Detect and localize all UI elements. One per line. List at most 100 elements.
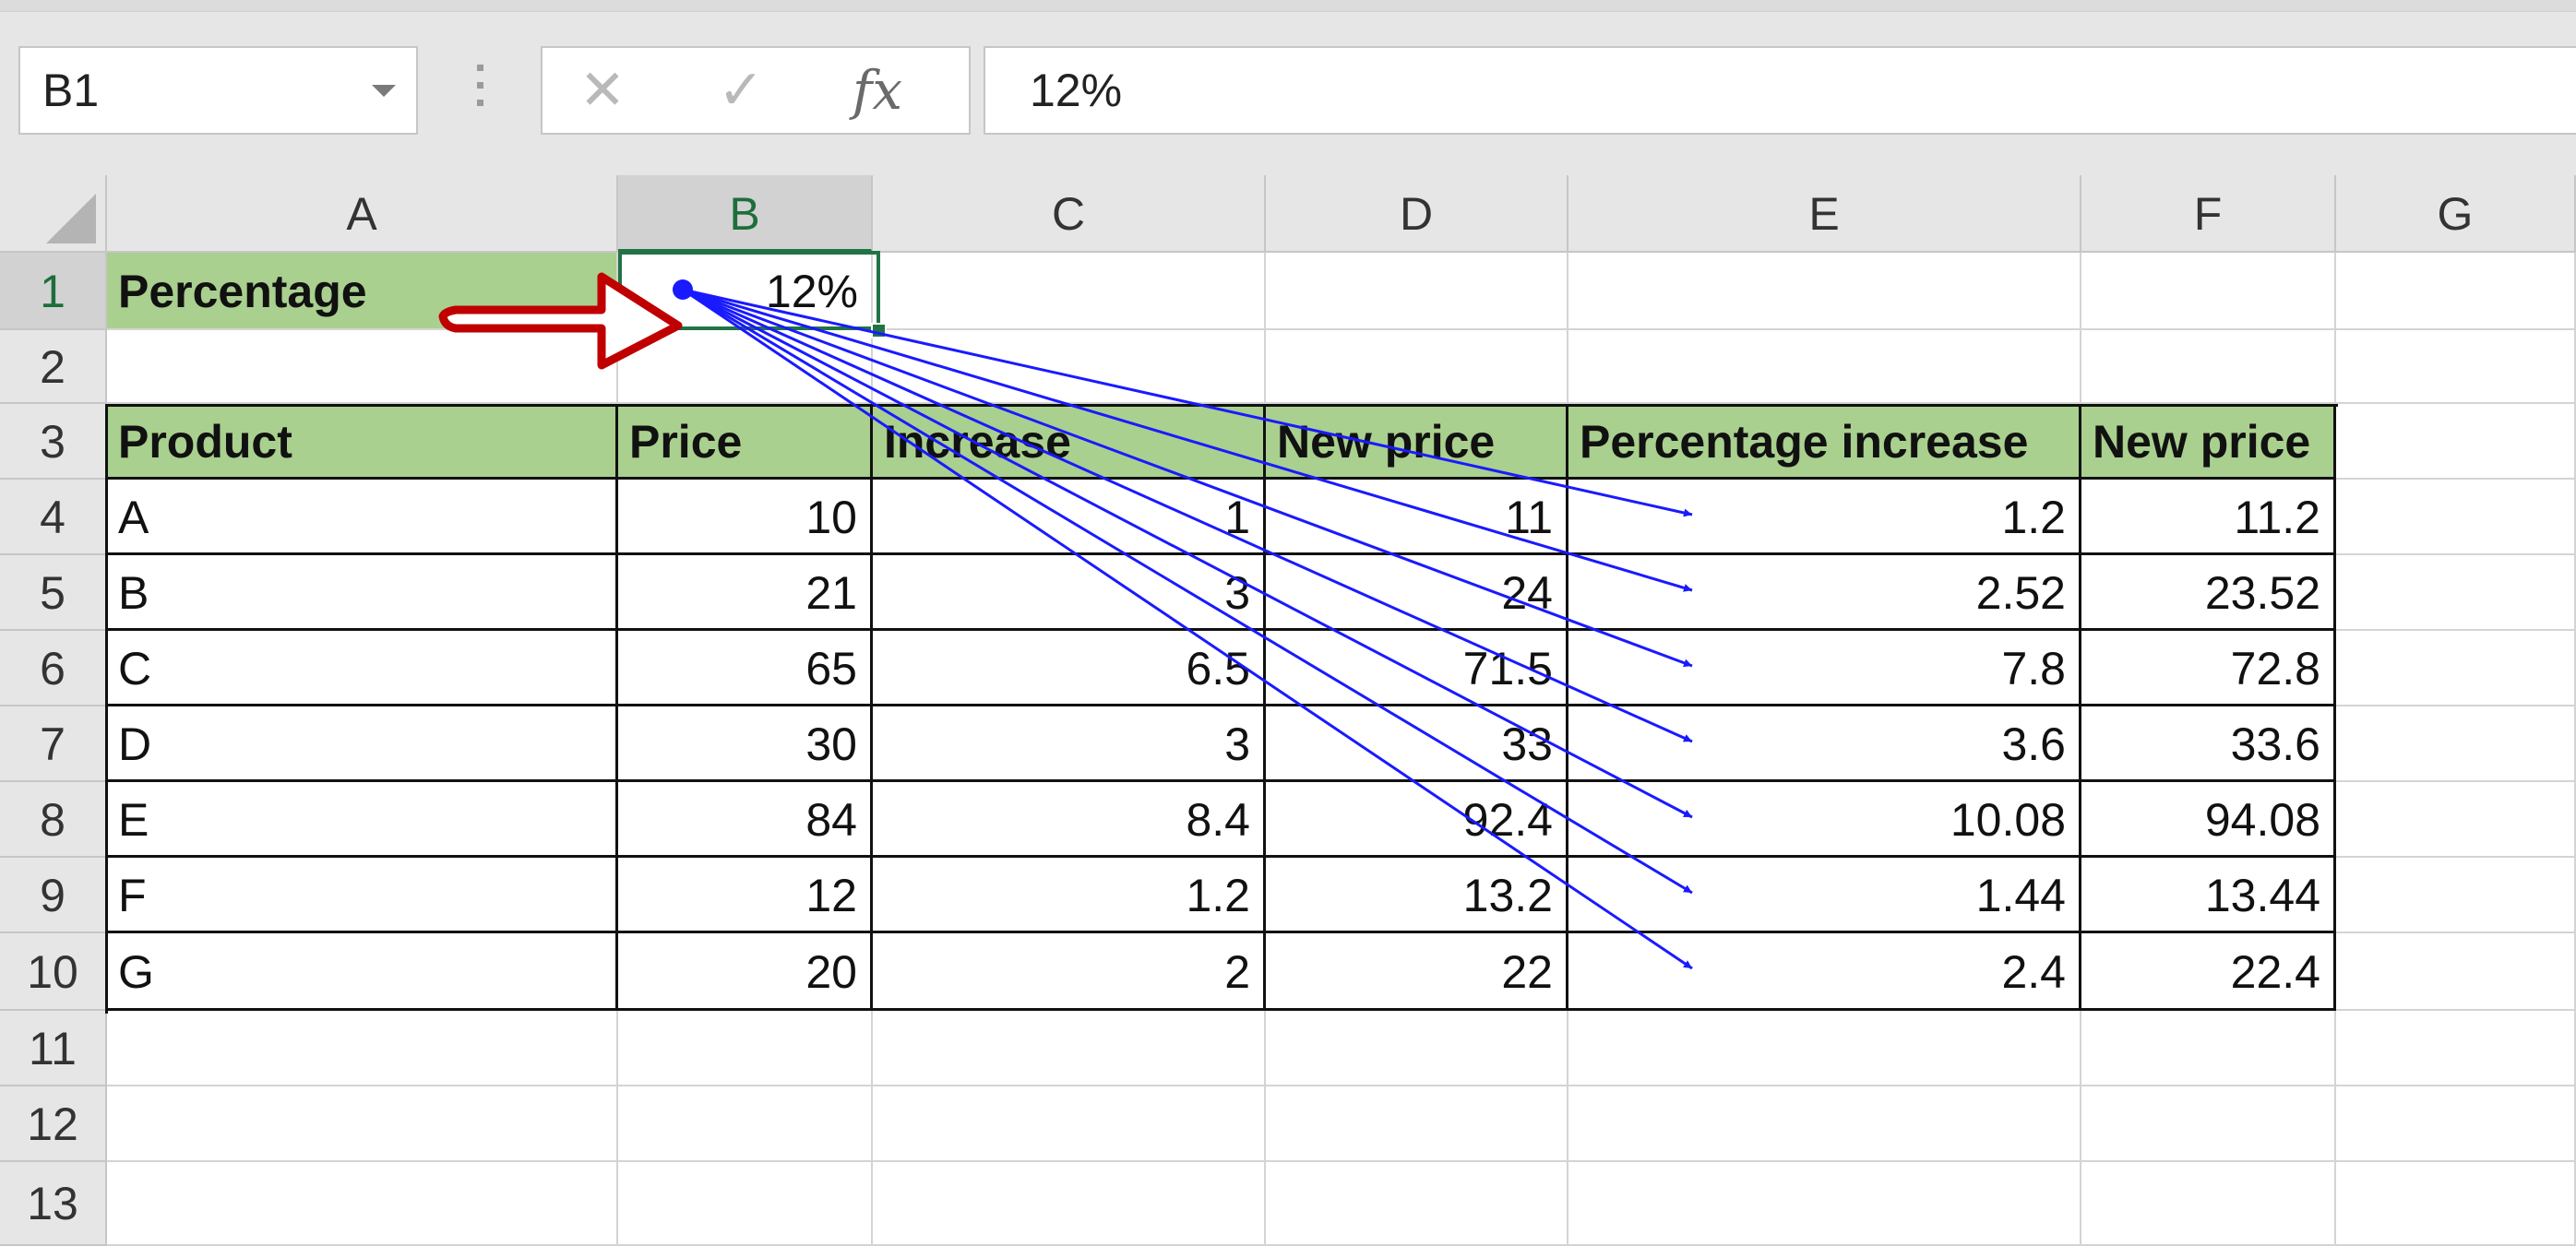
cell-d10[interactable]: 22 <box>1266 933 1568 1011</box>
cell-c12[interactable] <box>873 1086 1266 1162</box>
cell-f6[interactable]: 72.8 <box>2081 631 2336 706</box>
cell-g1[interactable] <box>2336 253 2576 330</box>
column-header-b[interactable]: B <box>618 175 873 253</box>
cell-e13[interactable] <box>1568 1162 2081 1246</box>
cell-d1[interactable] <box>1266 253 1568 330</box>
column-header-f[interactable]: F <box>2081 175 2336 253</box>
cell-e2[interactable] <box>1568 330 2081 404</box>
row-header-3[interactable]: 3 <box>0 404 107 480</box>
cell-a13[interactable] <box>107 1162 618 1246</box>
cell-f8[interactable]: 94.08 <box>2081 782 2336 858</box>
cell-b11[interactable] <box>618 1011 873 1086</box>
cell-d12[interactable] <box>1266 1086 1568 1162</box>
cell-e7[interactable]: 3.6 <box>1568 706 2081 782</box>
fill-handle[interactable] <box>871 323 887 338</box>
cell-g9[interactable] <box>2336 858 2576 933</box>
cell-b4[interactable]: 10 <box>618 480 873 555</box>
cell-a11[interactable] <box>107 1011 618 1086</box>
cell-c10[interactable]: 2 <box>873 933 1266 1011</box>
cell-e9[interactable]: 1.44 <box>1568 858 2081 933</box>
cell-d7[interactable]: 33 <box>1266 706 1568 782</box>
cell-g7[interactable] <box>2336 706 2576 782</box>
cell-g5[interactable] <box>2336 555 2576 631</box>
cell-d2[interactable] <box>1266 330 1568 404</box>
cell-e11[interactable] <box>1568 1011 2081 1086</box>
cell-d6[interactable]: 71.5 <box>1266 631 1568 706</box>
cell-e6[interactable]: 7.8 <box>1568 631 2081 706</box>
row-header-9[interactable]: 9 <box>0 858 107 933</box>
cell-d9[interactable]: 13.2 <box>1266 858 1568 933</box>
cell-c5[interactable]: 3 <box>873 555 1266 631</box>
cell-b9[interactable]: 12 <box>618 858 873 933</box>
cell-a10[interactable]: G <box>107 933 618 1011</box>
cell-e12[interactable] <box>1568 1086 2081 1162</box>
row-header-12[interactable]: 12 <box>0 1086 107 1162</box>
row-header-10[interactable]: 10 <box>0 933 107 1011</box>
cell-b3[interactable]: Price <box>618 404 873 480</box>
cell-g4[interactable] <box>2336 480 2576 555</box>
cell-c6[interactable]: 6.5 <box>873 631 1266 706</box>
formula-bar-grip-icon[interactable] <box>472 65 487 116</box>
cell-e5[interactable]: 2.52 <box>1568 555 2081 631</box>
cell-a1[interactable]: Percentage <box>107 253 618 330</box>
column-header-g[interactable]: G <box>2336 175 2576 253</box>
cell-d13[interactable] <box>1266 1162 1568 1246</box>
cell-b13[interactable] <box>618 1162 873 1246</box>
column-header-a[interactable]: A <box>107 175 618 253</box>
cell-a4[interactable]: A <box>107 480 618 555</box>
cell-c3[interactable]: Increase <box>873 404 1266 480</box>
cell-f13[interactable] <box>2081 1162 2336 1246</box>
cell-b6[interactable]: 65 <box>618 631 873 706</box>
cell-b1[interactable]: 12% <box>618 253 873 330</box>
cell-f9[interactable]: 13.44 <box>2081 858 2336 933</box>
cell-g2[interactable] <box>2336 330 2576 404</box>
row-header-4[interactable]: 4 <box>0 480 107 555</box>
cell-f12[interactable] <box>2081 1086 2336 1162</box>
cell-c2[interactable] <box>873 330 1266 404</box>
row-header-5[interactable]: 5 <box>0 555 107 631</box>
cell-a7[interactable]: D <box>107 706 618 782</box>
row-header-6[interactable]: 6 <box>0 631 107 706</box>
cell-d8[interactable]: 92.4 <box>1266 782 1568 858</box>
column-header-e[interactable]: E <box>1568 175 2081 253</box>
cell-c13[interactable] <box>873 1162 1266 1246</box>
cell-b5[interactable]: 21 <box>618 555 873 631</box>
column-header-c[interactable]: C <box>873 175 1266 253</box>
chevron-down-icon[interactable] <box>372 85 396 97</box>
row-header-13[interactable]: 13 <box>0 1162 107 1246</box>
cell-a8[interactable]: E <box>107 782 618 858</box>
cell-a9[interactable]: F <box>107 858 618 933</box>
row-header-11[interactable]: 11 <box>0 1011 107 1086</box>
row-header-2[interactable]: 2 <box>0 330 107 404</box>
cell-c7[interactable]: 3 <box>873 706 1266 782</box>
cell-g12[interactable] <box>2336 1086 2576 1162</box>
row-header-1[interactable]: 1 <box>0 253 107 330</box>
cell-b7[interactable]: 30 <box>618 706 873 782</box>
cell-a3[interactable]: Product <box>107 404 618 480</box>
cell-g3[interactable] <box>2336 404 2576 480</box>
cell-f4[interactable]: 11.2 <box>2081 480 2336 555</box>
cell-f7[interactable]: 33.6 <box>2081 706 2336 782</box>
cell-f10[interactable]: 22.4 <box>2081 933 2336 1011</box>
cell-c11[interactable] <box>873 1011 1266 1086</box>
cell-e10[interactable]: 2.4 <box>1568 933 2081 1011</box>
cell-f1[interactable] <box>2081 253 2336 330</box>
cell-b10[interactable]: 20 <box>618 933 873 1011</box>
cell-e8[interactable]: 10.08 <box>1568 782 2081 858</box>
cell-g6[interactable] <box>2336 631 2576 706</box>
cell-a2[interactable] <box>107 330 618 404</box>
cell-g10[interactable] <box>2336 933 2576 1011</box>
row-header-7[interactable]: 7 <box>0 706 107 782</box>
cell-c1[interactable] <box>873 253 1266 330</box>
cell-b8[interactable]: 84 <box>618 782 873 858</box>
cell-a6[interactable]: C <box>107 631 618 706</box>
cell-g8[interactable] <box>2336 782 2576 858</box>
row-header-8[interactable]: 8 <box>0 782 107 858</box>
formula-input[interactable]: 12% <box>984 46 2576 135</box>
enter-icon[interactable]: ✓ <box>699 48 782 133</box>
cell-f3[interactable]: New price <box>2081 404 2336 480</box>
cell-a12[interactable] <box>107 1086 618 1162</box>
cell-g11[interactable] <box>2336 1011 2576 1086</box>
cell-g13[interactable] <box>2336 1162 2576 1246</box>
cell-c4[interactable]: 1 <box>873 480 1266 555</box>
